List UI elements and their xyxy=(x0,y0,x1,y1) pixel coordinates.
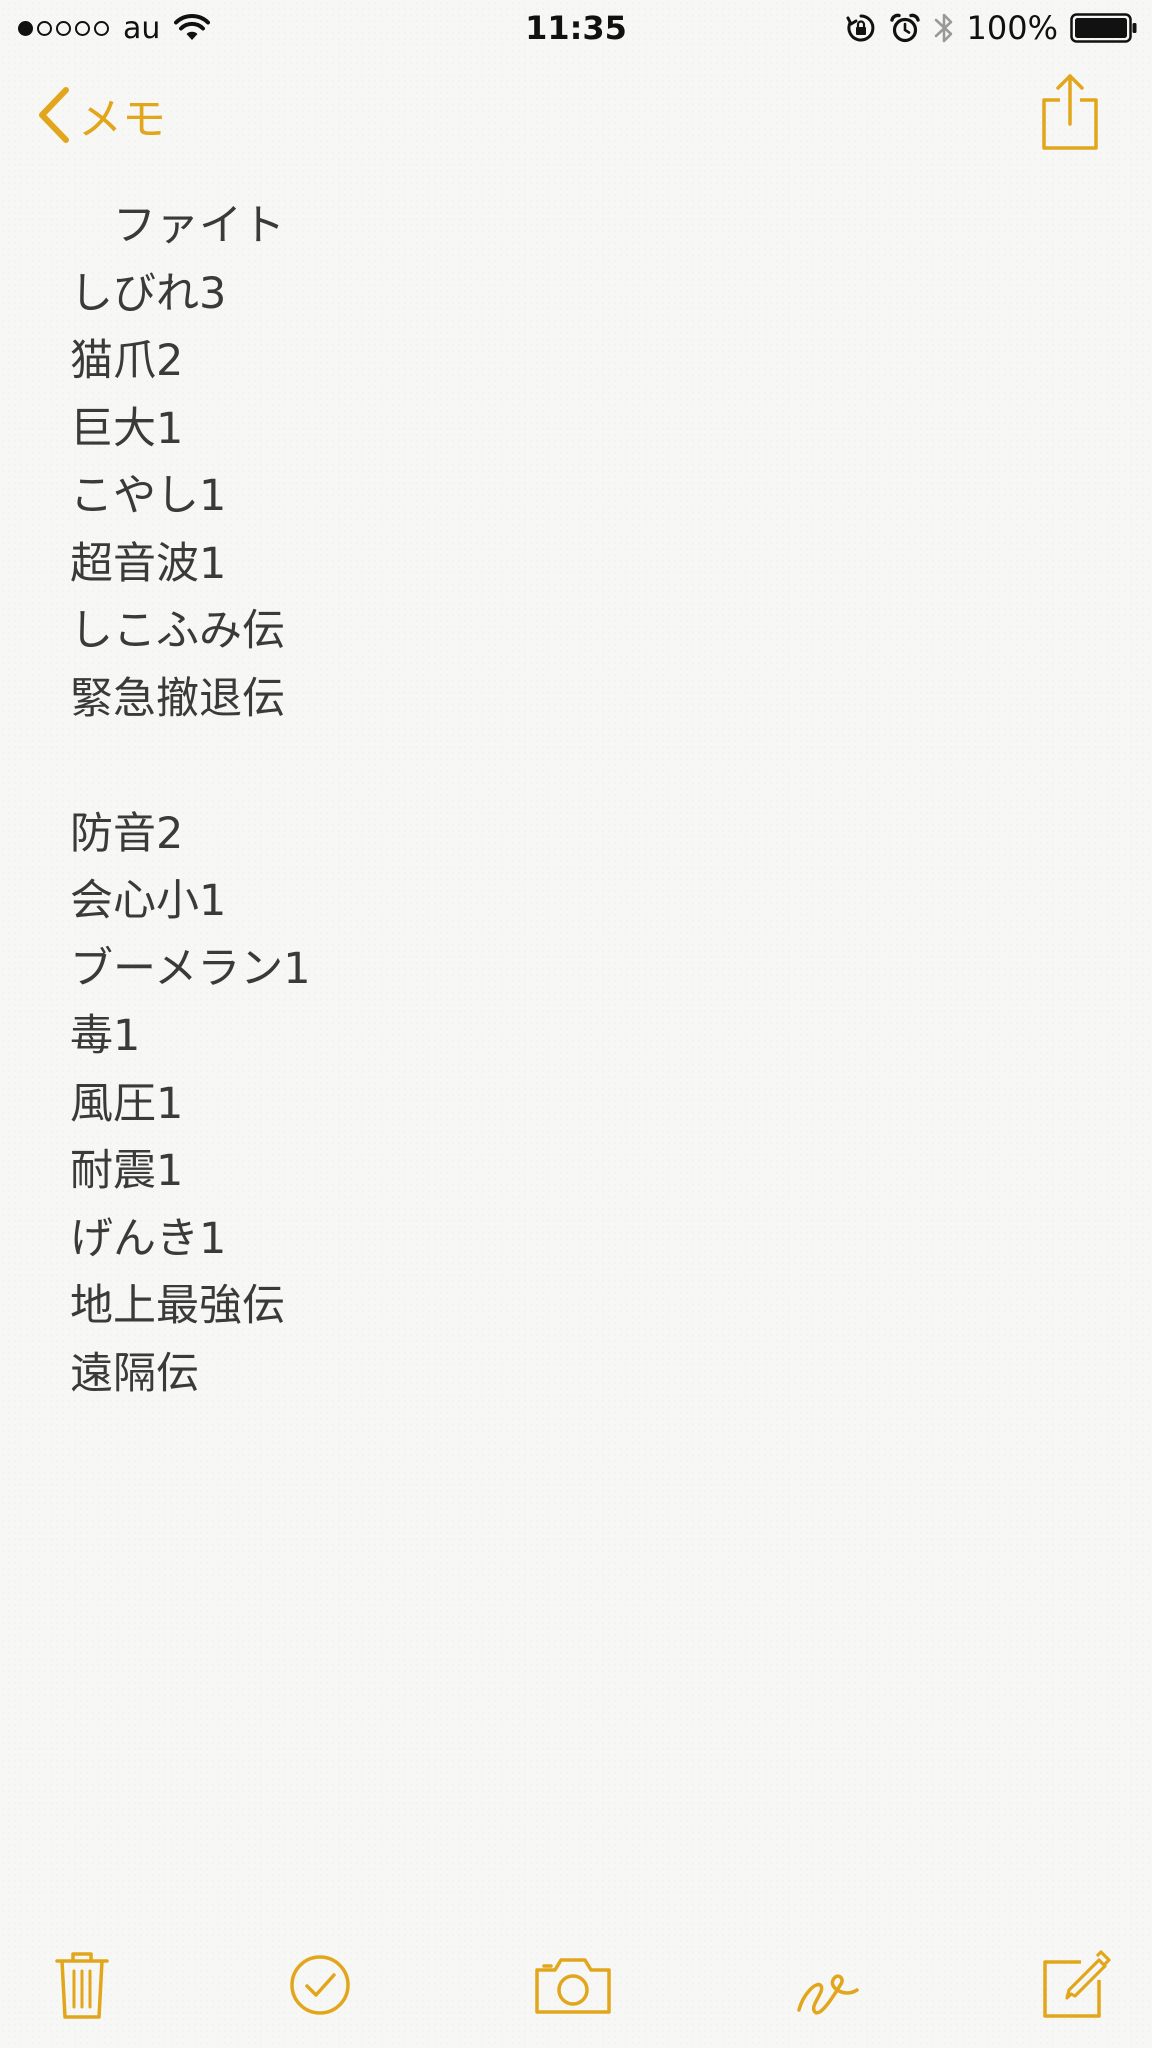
alarm-icon xyxy=(889,13,920,43)
note-line: 毒1 xyxy=(70,1011,141,1061)
note-line: ファイト xyxy=(70,201,285,251)
share-icon xyxy=(1042,74,1098,150)
back-button-label: メモ xyxy=(78,94,166,145)
orientation-lock-icon xyxy=(846,14,874,42)
navigation-bar: メモ xyxy=(0,58,1152,178)
delete-button[interactable] xyxy=(50,1940,114,2030)
note-line: 超音波1 xyxy=(70,538,227,589)
trash-icon xyxy=(55,1952,109,2019)
note-line: 地上最強伝 xyxy=(70,1281,285,1331)
camera-button[interactable] xyxy=(532,1940,614,2030)
note-line: しこふみ伝 xyxy=(70,606,285,656)
bluetooth-icon xyxy=(934,13,952,43)
note-line: 猫爪2 xyxy=(70,336,184,386)
chevron-left-icon xyxy=(39,87,69,143)
note-line xyxy=(70,733,1070,801)
checklist-icon xyxy=(290,1955,350,2015)
camera-icon xyxy=(535,1958,611,2014)
note-line: 防音2 xyxy=(70,808,184,859)
note-line: しびれ3 xyxy=(70,268,227,319)
bottom-toolbar xyxy=(0,1940,1152,2030)
sketch-icon xyxy=(797,1974,859,2015)
note-line: 遠隔伝 xyxy=(70,1348,199,1399)
sketch-button[interactable] xyxy=(792,1940,864,2030)
back-button[interactable]: メモ xyxy=(36,80,166,150)
share-button[interactable] xyxy=(1040,72,1100,152)
battery-percent: 100% xyxy=(966,9,1058,47)
note-line: ブーメラン1 xyxy=(70,943,311,994)
checklist-button[interactable] xyxy=(288,1940,352,2030)
note-line: 巨大1 xyxy=(70,403,184,454)
note-line: 耐震1 xyxy=(70,1146,184,1196)
status-right: 100% xyxy=(845,8,1138,48)
note-text-area[interactable]: ファイト しびれ3 猫爪2 巨大1 こやし1 超音波1 しこふみ伝 緊急撤退伝 … xyxy=(70,193,1070,1408)
note-line: 風圧1 xyxy=(70,1078,184,1129)
battery-icon xyxy=(1070,13,1137,43)
status-bar: au 11:35 100% xyxy=(0,0,1152,58)
note-line: 会心小1 xyxy=(70,876,227,926)
note-line: げんき1 xyxy=(70,1213,227,1264)
note-line: こやし1 xyxy=(70,471,227,521)
compose-icon xyxy=(1043,1950,1111,2018)
note-line: 緊急撤退伝 xyxy=(70,673,285,724)
compose-button[interactable] xyxy=(1040,1940,1112,2030)
